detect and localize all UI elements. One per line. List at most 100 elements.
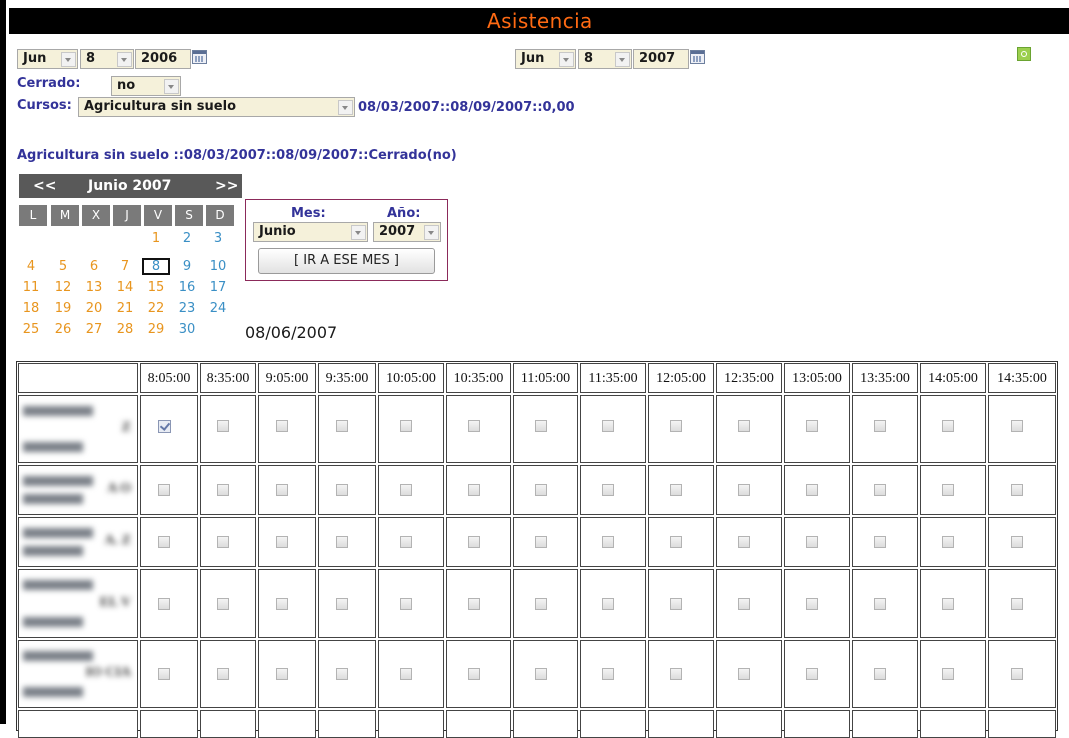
attendance-checkbox[interactable] — [468, 536, 480, 548]
attendance-checkbox[interactable] — [276, 536, 288, 548]
attendance-checkbox[interactable] — [535, 420, 547, 432]
attendance-checkbox[interactable] — [336, 420, 348, 432]
calendar-day[interactable]: 6 — [81, 259, 107, 274]
calendar-day[interactable]: 18 — [18, 301, 44, 316]
attendance-checkbox[interactable] — [942, 536, 954, 548]
attendance-checkbox[interactable] — [738, 536, 750, 548]
calendar-day[interactable]: 15 — [143, 280, 169, 295]
attendance-checkbox[interactable] — [738, 598, 750, 610]
attendance-checkbox[interactable] — [602, 420, 614, 432]
attendance-checkbox[interactable] — [1011, 484, 1023, 496]
attendance-checkbox[interactable] — [217, 668, 229, 680]
attendance-checkbox[interactable] — [535, 536, 547, 548]
attendance-checkbox[interactable] — [336, 536, 348, 548]
curso-select[interactable]: Agricultura sin suelo — [78, 97, 355, 117]
attendance-checkbox[interactable] — [738, 484, 750, 496]
attendance-checkbox[interactable] — [670, 536, 682, 548]
attendance-checkbox[interactable] — [602, 536, 614, 548]
calendar-day[interactable]: 25 — [18, 322, 44, 337]
calendar-day[interactable]: 2 — [174, 231, 200, 246]
attendance-checkbox[interactable] — [1011, 598, 1023, 610]
attendance-checkbox[interactable] — [874, 536, 886, 548]
attendance-checkbox[interactable] — [806, 420, 818, 432]
attendance-checkbox[interactable] — [942, 668, 954, 680]
attendance-checkbox[interactable] — [336, 668, 348, 680]
attendance-checkbox[interactable] — [468, 420, 480, 432]
attendance-checkbox[interactable] — [158, 598, 170, 610]
calendar-day[interactable]: 11 — [18, 280, 44, 295]
attendance-checkbox[interactable] — [1011, 536, 1023, 548]
attendance-checkbox[interactable] — [874, 668, 886, 680]
from-year-input[interactable]: 2006 — [135, 49, 191, 69]
calendar-day[interactable]: 22 — [143, 301, 169, 316]
to-day-select[interactable]: 8 — [578, 49, 632, 69]
attendance-checkbox[interactable] — [158, 668, 170, 680]
attendance-checkbox[interactable] — [336, 484, 348, 496]
calendar-day[interactable]: 16 — [174, 280, 200, 295]
attendance-checkbox[interactable] — [276, 668, 288, 680]
calendar-day[interactable]: 13 — [81, 280, 107, 295]
attendance-checkbox[interactable] — [670, 668, 682, 680]
attendance-checkbox[interactable] — [942, 484, 954, 496]
calendar-day[interactable]: 4 — [18, 259, 44, 274]
calendar-day[interactable]: 23 — [174, 301, 200, 316]
calendar-day[interactable]: 17 — [205, 280, 231, 295]
attendance-checkbox[interactable] — [874, 598, 886, 610]
attendance-checkbox[interactable] — [942, 598, 954, 610]
calendar-day[interactable]: 20 — [81, 301, 107, 316]
attendance-checkbox[interactable] — [535, 668, 547, 680]
attendance-checkbox[interactable] — [400, 598, 412, 610]
next-month-button[interactable]: >> — [215, 178, 238, 194]
attendance-checkbox[interactable] — [738, 420, 750, 432]
calendar-day[interactable]: 8 — [142, 258, 170, 275]
attendance-checkbox[interactable] — [276, 484, 288, 496]
calendar-day[interactable]: 1 — [143, 231, 169, 246]
calendar-day[interactable]: 26 — [50, 322, 76, 337]
attendance-checkbox[interactable] — [942, 420, 954, 432]
attendance-checkbox[interactable] — [158, 536, 170, 548]
calendar-day[interactable]: 19 — [50, 301, 76, 316]
calendar-day[interactable]: 14 — [112, 280, 138, 295]
attendance-checkbox[interactable] — [602, 598, 614, 610]
attendance-checkbox[interactable] — [276, 598, 288, 610]
prev-month-button[interactable]: << — [33, 178, 56, 194]
calendar-icon[interactable] — [690, 50, 705, 64]
attendance-checkbox[interactable] — [468, 484, 480, 496]
attendance-checkbox[interactable] — [217, 598, 229, 610]
calendar-day[interactable]: 27 — [81, 322, 107, 337]
from-month-select[interactable]: Jun — [17, 49, 78, 69]
attendance-checkbox[interactable] — [400, 536, 412, 548]
attendance-checkbox[interactable] — [158, 420, 171, 433]
go-to-month-button[interactable]: [ IR A ESE MES ] — [258, 248, 435, 274]
attendance-checkbox[interactable] — [806, 536, 818, 548]
attendance-checkbox[interactable] — [806, 484, 818, 496]
attendance-checkbox[interactable] — [336, 598, 348, 610]
attendance-checkbox[interactable] — [874, 484, 886, 496]
search-icon[interactable] — [1017, 47, 1031, 61]
calendar-day[interactable]: 30 — [174, 322, 200, 337]
attendance-checkbox[interactable] — [1011, 420, 1023, 432]
attendance-checkbox[interactable] — [602, 668, 614, 680]
from-day-select[interactable]: 8 — [80, 49, 134, 69]
attendance-checkbox[interactable] — [468, 598, 480, 610]
to-month-select[interactable]: Jun — [515, 49, 576, 69]
calendar-day[interactable]: 7 — [112, 259, 138, 274]
attendance-checkbox[interactable] — [1011, 668, 1023, 680]
attendance-checkbox[interactable] — [400, 484, 412, 496]
attendance-checkbox[interactable] — [400, 420, 412, 432]
anio-select[interactable]: 2007 — [373, 222, 441, 242]
calendar-day[interactable]: 21 — [112, 301, 138, 316]
attendance-checkbox[interactable] — [468, 668, 480, 680]
attendance-checkbox[interactable] — [602, 484, 614, 496]
attendance-checkbox[interactable] — [806, 598, 818, 610]
attendance-checkbox[interactable] — [217, 536, 229, 548]
calendar-day[interactable]: 3 — [205, 231, 231, 246]
to-year-input[interactable]: 2007 — [633, 49, 689, 69]
attendance-checkbox[interactable] — [276, 420, 288, 432]
attendance-checkbox[interactable] — [217, 484, 229, 496]
attendance-checkbox[interactable] — [535, 484, 547, 496]
calendar-day[interactable]: 10 — [205, 259, 231, 274]
calendar-day[interactable]: 9 — [174, 259, 200, 274]
cerrado-select[interactable]: no — [111, 76, 181, 96]
attendance-checkbox[interactable] — [670, 484, 682, 496]
